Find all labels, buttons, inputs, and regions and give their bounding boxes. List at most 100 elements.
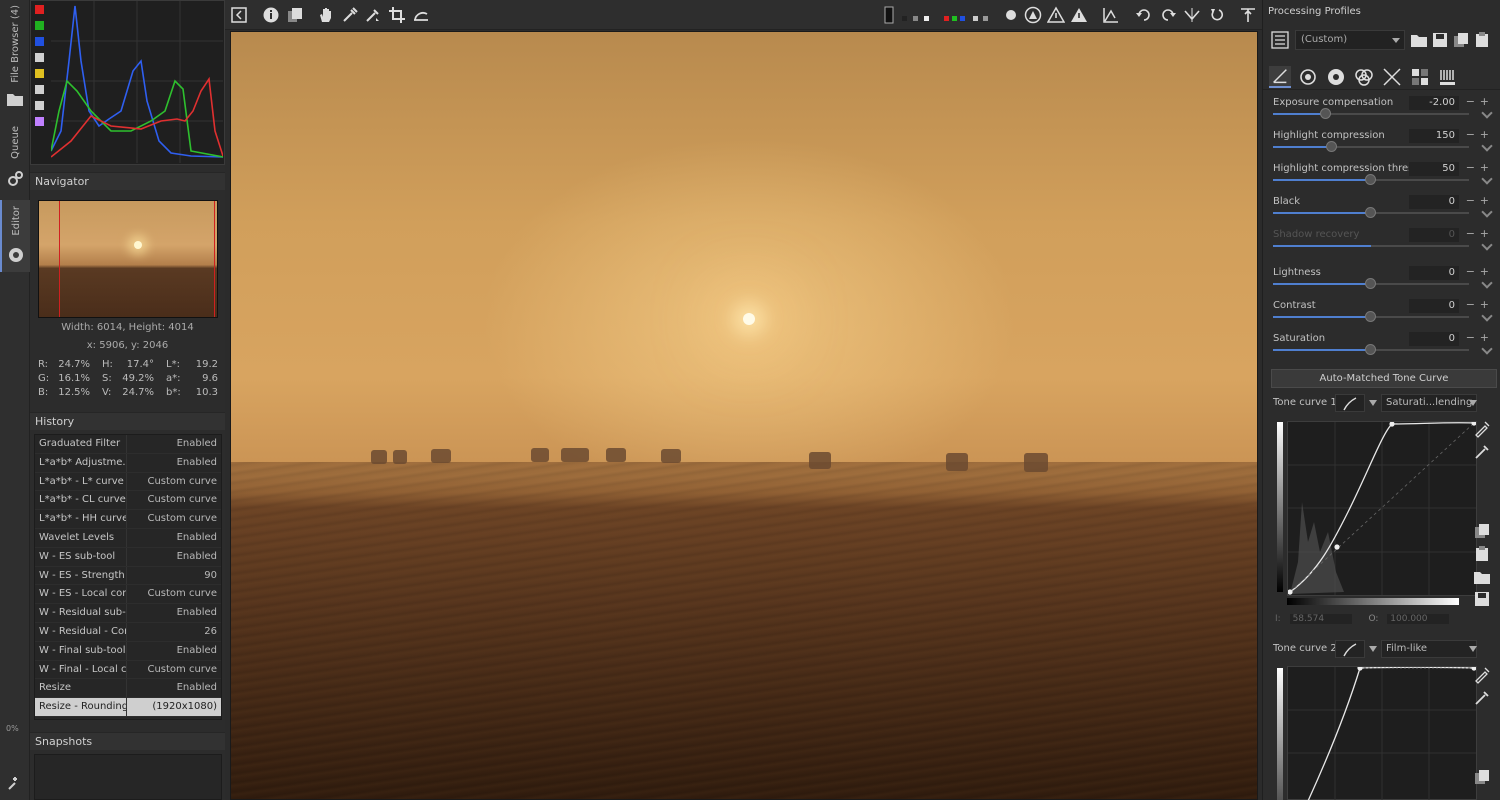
- param-value-field[interactable]: 0: [1409, 299, 1459, 313]
- raw-channel-button[interactable]: [35, 85, 44, 94]
- mode-button[interactable]: [35, 117, 44, 126]
- focus-mask-button[interactable]: [1000, 4, 1022, 26]
- reset-icon[interactable]: [1481, 310, 1493, 322]
- plus-icon[interactable]: +: [1480, 95, 1489, 108]
- slider-track[interactable]: [1273, 146, 1469, 148]
- slider-knob[interactable]: [1365, 344, 1376, 355]
- info-button[interactable]: [260, 4, 282, 26]
- snapshots-list[interactable]: [34, 754, 222, 800]
- tone-curve-2-mode-select[interactable]: Film-like: [1381, 640, 1477, 658]
- edit-point-icon[interactable]: [1473, 420, 1491, 438]
- load-curve-icon[interactable]: [1473, 568, 1491, 586]
- blue-channel-button[interactable]: [35, 37, 44, 46]
- shadow-clip-button[interactable]: [1022, 4, 1044, 26]
- tone-curve-1-editor[interactable]: [1287, 421, 1477, 596]
- flip-horizontal-button[interactable]: [1181, 4, 1203, 26]
- profile-list-icon[interactable]: [1271, 31, 1289, 49]
- minus-icon[interactable]: −: [1466, 298, 1475, 311]
- auto-matched-tone-curve-button[interactable]: Auto-Matched Tone Curve: [1271, 369, 1497, 388]
- history-header[interactable]: History: [30, 412, 225, 430]
- history-row[interactable]: Resize Enabled: [35, 679, 221, 699]
- plus-icon[interactable]: +: [1480, 161, 1489, 174]
- chroma-channel-button[interactable]: [35, 69, 44, 78]
- copy-profile-icon[interactable]: [1452, 31, 1470, 49]
- input-value-field[interactable]: 58.574: [1289, 614, 1352, 624]
- blue-swatch[interactable]: [960, 16, 965, 21]
- slider-knob[interactable]: [1365, 174, 1376, 185]
- rotate-right-button[interactable]: [1157, 4, 1179, 26]
- white-balance-picker-button[interactable]: [339, 4, 361, 26]
- histogram-toggle-button[interactable]: [1100, 4, 1122, 26]
- open-folder-icon[interactable]: [1410, 31, 1428, 49]
- bar-button[interactable]: [35, 101, 44, 110]
- paste-curve-icon[interactable]: [1473, 545, 1491, 563]
- plus-icon[interactable]: +: [1480, 331, 1489, 344]
- chevron-down-icon[interactable]: [1469, 646, 1477, 652]
- tab-advanced-icon[interactable]: [1353, 66, 1375, 88]
- folder-icon[interactable]: [6, 90, 24, 108]
- reset-icon[interactable]: [1481, 343, 1493, 355]
- param-value-field[interactable]: 150: [1409, 129, 1459, 143]
- slider-track[interactable]: [1273, 113, 1469, 115]
- minus-icon[interactable]: −: [1466, 161, 1475, 174]
- background-color-button[interactable]: [882, 4, 896, 26]
- param-value-field[interactable]: 0: [1409, 266, 1459, 280]
- navigator-thumbnail[interactable]: [38, 200, 218, 318]
- reset-icon[interactable]: [1481, 107, 1493, 119]
- slider-knob[interactable]: [1325, 141, 1337, 152]
- tab-transform-icon[interactable]: [1381, 66, 1403, 88]
- tab-color-icon[interactable]: [1325, 66, 1347, 88]
- processing-profile-select[interactable]: (Custom): [1295, 30, 1405, 50]
- bg-black-swatch[interactable]: [902, 16, 907, 21]
- green-channel-button[interactable]: [35, 21, 44, 30]
- history-row[interactable]: L*a*b* - L* curve Custom curve: [35, 472, 221, 492]
- navigator-header[interactable]: Navigator: [30, 172, 225, 190]
- history-row[interactable]: Graduated Filter Enabled: [35, 435, 221, 454]
- param-value-field[interactable]: 0: [1409, 195, 1459, 209]
- straighten-tool-button[interactable]: [410, 4, 432, 26]
- reset-icon[interactable]: [1481, 277, 1493, 289]
- tab-exposure-icon[interactable]: [1269, 66, 1291, 88]
- hide-right-panel-button[interactable]: [1237, 4, 1259, 26]
- history-row[interactable]: W - Final - Local c... Custom curve: [35, 660, 221, 680]
- before-after-button[interactable]: [284, 4, 306, 26]
- plus-icon[interactable]: +: [1480, 194, 1489, 207]
- history-row[interactable]: Resize - Rounding... (1920x1080): [35, 698, 221, 717]
- reset-icon[interactable]: [1481, 206, 1493, 218]
- tone-curve-2-editor[interactable]: [1287, 666, 1477, 800]
- shadow-warning-button[interactable]: [1068, 4, 1090, 26]
- slider-knob[interactable]: [1365, 207, 1376, 218]
- history-row[interactable]: W - ES - Local con... Custom curve: [35, 585, 221, 605]
- plus-icon[interactable]: +: [1480, 265, 1489, 278]
- reset-icon[interactable]: [1481, 239, 1493, 251]
- tab-file-browser[interactable]: File Browser (4): [0, 4, 30, 84]
- slider-knob[interactable]: [1319, 108, 1331, 119]
- save-icon[interactable]: [1431, 31, 1449, 49]
- bg-grey-swatch[interactable]: [913, 16, 918, 21]
- plus-icon[interactable]: +: [1480, 128, 1489, 141]
- minus-icon[interactable]: −: [1466, 95, 1475, 108]
- chevron-down-icon[interactable]: [1469, 400, 1477, 406]
- minus-icon[interactable]: −: [1466, 227, 1475, 240]
- slider-knob[interactable]: [1365, 311, 1376, 322]
- param-value-field[interactable]: -2.00: [1409, 96, 1459, 110]
- param-value-field[interactable]: 0: [1409, 228, 1459, 242]
- history-row[interactable]: L*a*b* Adjustme... Enabled: [35, 453, 221, 473]
- flip-vertical-button[interactable]: [1205, 4, 1227, 26]
- tab-queue[interactable]: Queue: [0, 118, 30, 166]
- image-canvas[interactable]: [230, 31, 1258, 800]
- history-row[interactable]: W - ES - Strength 90: [35, 566, 221, 586]
- snapshots-header[interactable]: Snapshots: [30, 732, 225, 750]
- rotate-left-button[interactable]: [1133, 4, 1155, 26]
- slider-track[interactable]: [1273, 245, 1469, 247]
- history-row[interactable]: L*a*b* - HH curve Custom curve: [35, 510, 221, 529]
- paste-profile-icon[interactable]: [1473, 31, 1491, 49]
- bg-white-swatch[interactable]: [924, 16, 929, 21]
- tab-editor[interactable]: Editor: [0, 200, 30, 272]
- minus-icon[interactable]: −: [1466, 265, 1475, 278]
- luminance-swatch[interactable]: [973, 16, 978, 21]
- history-row[interactable]: L*a*b* - CL curve Custom curve: [35, 491, 221, 511]
- output-value-field[interactable]: 100.000: [1387, 614, 1450, 624]
- hand-tool-button[interactable]: [315, 4, 337, 26]
- luminance-channel-button[interactable]: [35, 53, 44, 62]
